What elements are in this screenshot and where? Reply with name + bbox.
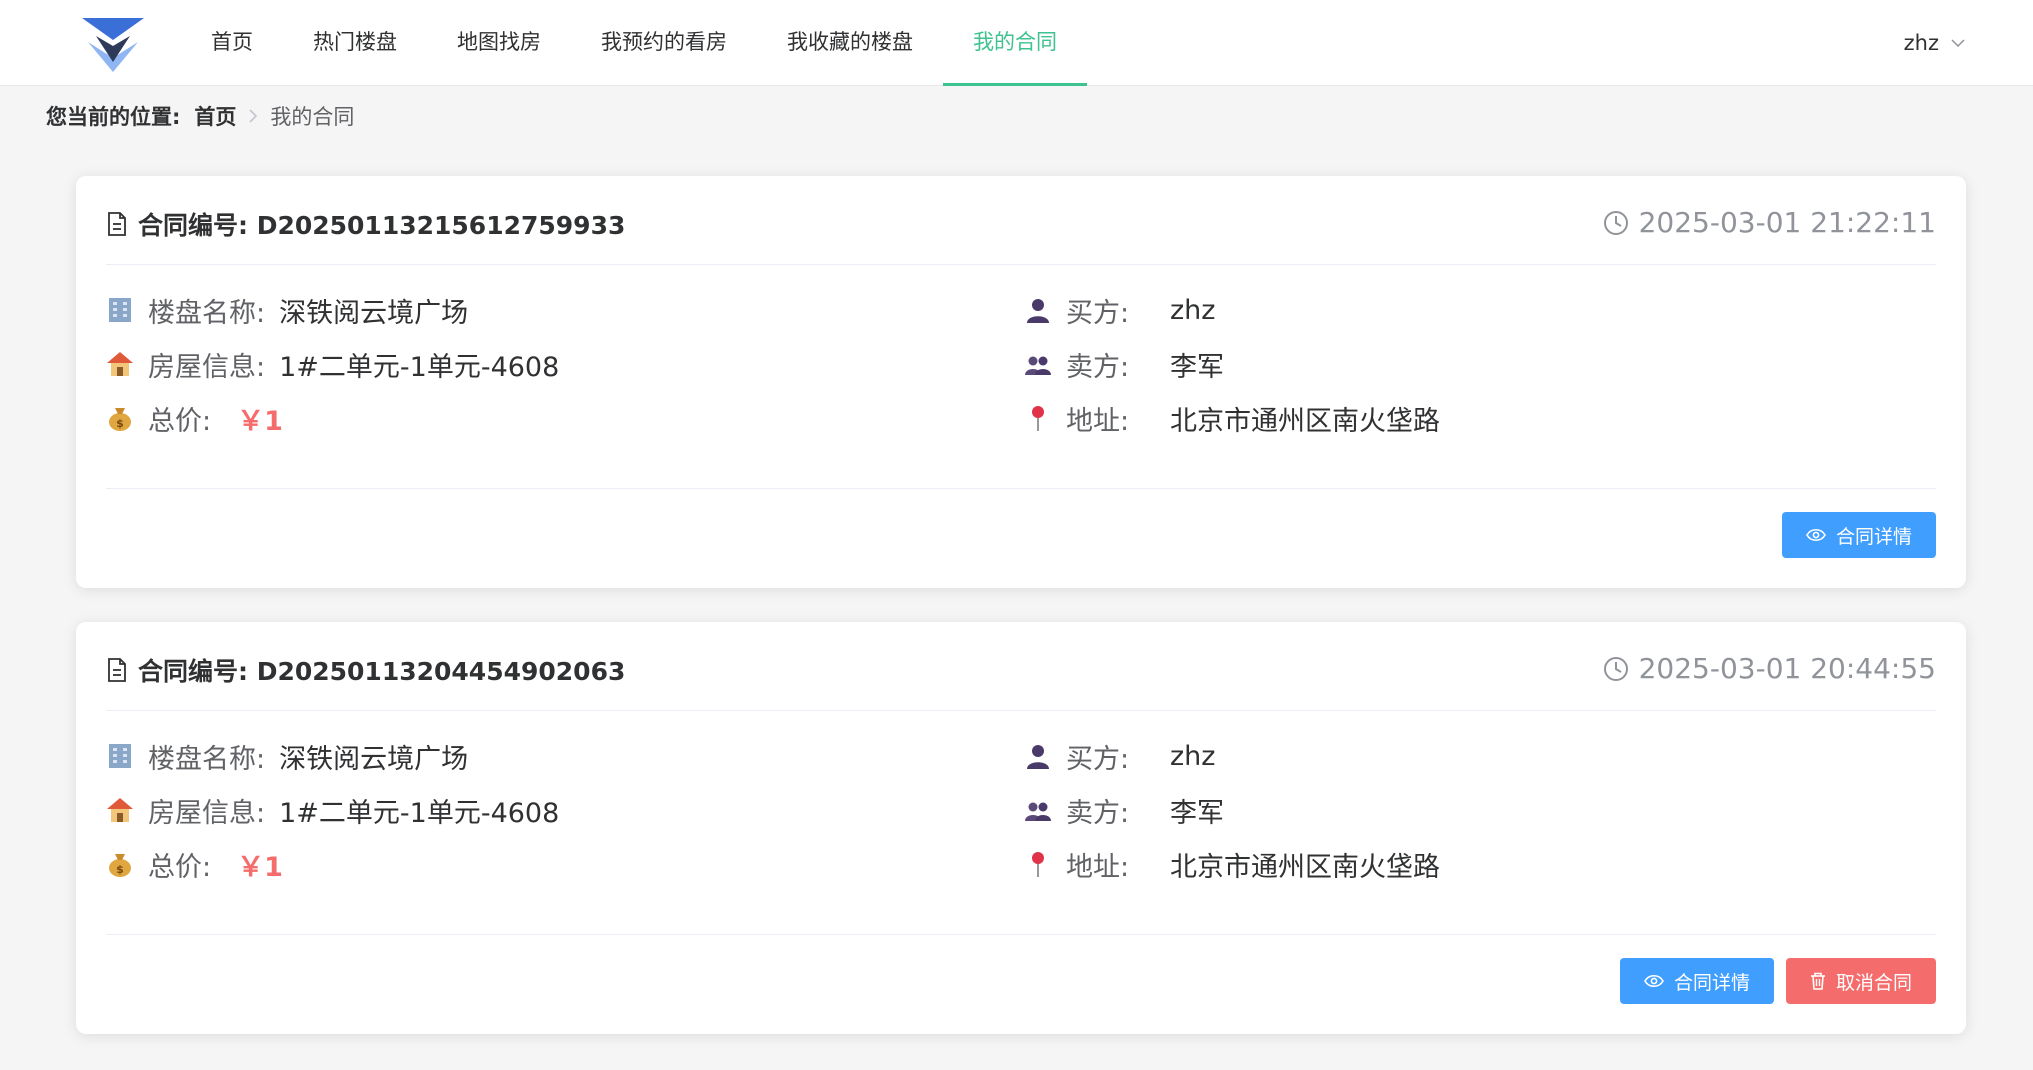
contract-time: 2025-03-01 21:22:11 <box>1638 206 1936 239</box>
house-icon <box>106 350 134 378</box>
contract-number: 合同编号: D20250113215612759933 <box>138 211 626 240</box>
contract-info: 楼盘名称: 深铁阅云境广场 房屋信息: 1#二单元-1单元-4608 $ 总价:… <box>106 711 1936 935</box>
building-row: 楼盘名称: 深铁阅云境广场 <box>106 290 468 330</box>
contract-card-header: 合同编号: D20250113204454902063 2025-03-01 2… <box>106 622 1936 711</box>
breadcrumb-home-link[interactable]: 首页 <box>194 101 236 131</box>
top-navbar: 首页 热门楼盘 地图找房 我预约的看房 我收藏的楼盘 我的合同 zhz <box>0 0 2033 86</box>
seller-label: 卖方: <box>1066 797 1130 829</box>
contract-card: 合同编号: D20250113204454902063 2025-03-01 2… <box>76 622 1966 1034</box>
document-icon <box>108 212 126 236</box>
house-label: 房屋信息: <box>148 797 266 829</box>
clock-icon <box>1603 656 1628 681</box>
logo-icon[interactable] <box>82 18 144 72</box>
user-icon <box>1024 742 1052 770</box>
nav-hot-buildings[interactable]: 热门楼盘 <box>312 0 398 86</box>
contract-detail-button[interactable]: 合同详情 <box>1781 512 1936 558</box>
price-row: $ 总价: ￥1 <box>106 398 283 438</box>
nav-my-favorites[interactable]: 我收藏的楼盘 <box>786 0 914 86</box>
contract-time: 2025-03-01 20:44:55 <box>1638 652 1936 685</box>
address: 北京市通州区南火垡路 <box>1170 405 1440 437</box>
contract-actions: 合同详情 <box>1781 512 1936 558</box>
buyer-label: 买方: <box>1066 743 1130 775</box>
contract-card: 合同编号: D20250113215612759933 2025-03-01 2… <box>76 176 1966 588</box>
cancel-contract-button[interactable]: 取消合同 <box>1785 958 1936 1004</box>
seller-label: 卖方: <box>1066 351 1130 383</box>
nav-my-contracts[interactable]: 我的合同 <box>943 0 1087 86</box>
house-icon <box>106 796 134 824</box>
eye-icon <box>1644 974 1664 988</box>
buyer-name: zhz <box>1170 294 1216 326</box>
price-label: 总价: <box>148 851 212 883</box>
user-menu[interactable]: zhz <box>1904 0 1965 86</box>
contract-detail-label: 合同详情 <box>1673 971 1750 994</box>
svg-text:$: $ <box>116 417 124 430</box>
price-label: 总价: <box>148 405 212 437</box>
breadcrumb-current: 我的合同 <box>270 105 355 129</box>
breadcrumb: 您当前的位置: 首页 我的合同 <box>46 100 354 132</box>
buyer-name: zhz <box>1170 740 1216 772</box>
house-label: 房屋信息: <box>148 351 266 383</box>
money-bag-icon: $ <box>106 404 134 432</box>
total-price: ￥1 <box>237 851 283 883</box>
building-icon <box>106 742 134 770</box>
pin-icon <box>1024 404 1052 432</box>
house-info: 1#二单元-1单元-4608 <box>279 797 560 829</box>
eye-icon <box>1806 528 1826 542</box>
price-row: $ 总价: ￥1 <box>106 844 283 884</box>
building-label: 楼盘名称: <box>148 743 266 775</box>
seller-row: 卖方: 李军 <box>1024 790 1224 830</box>
nav-my-appointments[interactable]: 我预约的看房 <box>600 0 728 86</box>
building-icon <box>106 296 134 324</box>
contract-actions: 合同详情 取消合同 <box>1619 958 1936 1004</box>
user-icon <box>1024 296 1052 324</box>
house-info: 1#二单元-1单元-4608 <box>279 351 560 383</box>
address-label: 地址: <box>1066 405 1130 437</box>
address-row: 地址: 北京市通州区南火垡路 <box>1024 398 1440 438</box>
buyer-row: 买方: zhz <box>1024 736 1215 776</box>
trash-icon <box>1810 972 1825 990</box>
contract-detail-button[interactable]: 合同详情 <box>1619 958 1774 1004</box>
contract-info: 楼盘名称: 深铁阅云境广场 房屋信息: 1#二单元-1单元-4608 $ 总价:… <box>106 265 1936 489</box>
breadcrumb-label: 您当前的位置: <box>46 105 181 129</box>
seller-name: 李军 <box>1170 351 1224 383</box>
nav-home[interactable]: 首页 <box>205 0 259 86</box>
money-bag-icon: $ <box>106 850 134 878</box>
buyer-row: 买方: zhz <box>1024 290 1215 330</box>
chevron-down-icon <box>1951 39 1965 48</box>
buyer-label: 买方: <box>1066 297 1130 329</box>
cancel-contract-label: 取消合同 <box>1835 971 1912 994</box>
address-label: 地址: <box>1066 851 1130 883</box>
contract-card-header: 合同编号: D20250113215612759933 2025-03-01 2… <box>106 176 1936 265</box>
contract-number: 合同编号: D20250113204454902063 <box>138 657 626 686</box>
user-name: zhz <box>1903 31 1939 55</box>
address: 北京市通州区南火垡路 <box>1170 851 1440 883</box>
pin-icon <box>1024 850 1052 878</box>
seller-name: 李军 <box>1170 797 1224 829</box>
house-row: 房屋信息: 1#二单元-1单元-4608 <box>106 344 559 384</box>
building-name: 深铁阅云境广场 <box>279 297 469 329</box>
contract-detail-label: 合同详情 <box>1835 525 1912 548</box>
seller-row: 卖方: 李军 <box>1024 344 1224 384</box>
building-label: 楼盘名称: <box>148 297 266 329</box>
nav-map-search[interactable]: 地图找房 <box>456 0 542 86</box>
svg-text:$: $ <box>116 863 124 876</box>
building-row: 楼盘名称: 深铁阅云境广场 <box>106 736 468 776</box>
building-name: 深铁阅云境广场 <box>279 743 469 775</box>
house-row: 房屋信息: 1#二单元-1单元-4608 <box>106 790 559 830</box>
document-icon <box>108 658 126 682</box>
chevron-right-icon <box>248 108 258 124</box>
total-price: ￥1 <box>237 405 283 437</box>
users-icon <box>1024 796 1052 824</box>
address-row: 地址: 北京市通州区南火垡路 <box>1024 844 1440 884</box>
clock-icon <box>1603 210 1628 235</box>
users-icon <box>1024 350 1052 378</box>
